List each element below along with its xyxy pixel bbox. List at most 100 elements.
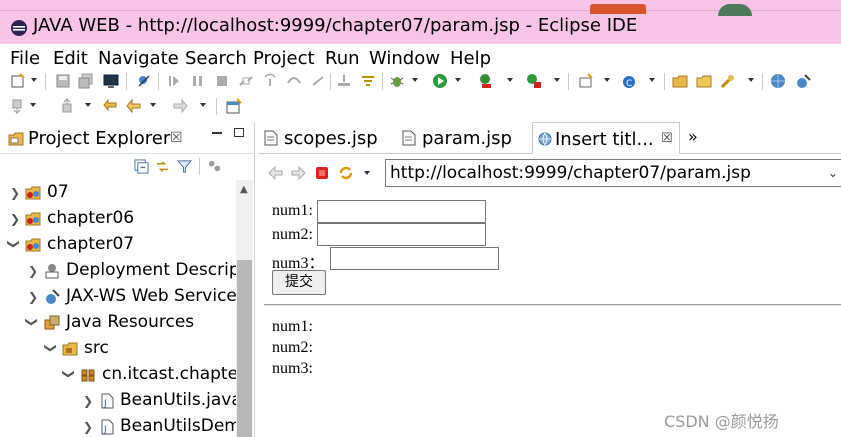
new-server-icon[interactable]: [578, 73, 594, 89]
view-menu-icon[interactable]: [207, 159, 222, 174]
menu-window[interactable]: Window: [369, 48, 440, 69]
run-dropdown-icon[interactable]: [455, 78, 461, 82]
drop-to-frame-icon[interactable]: [336, 73, 352, 89]
expand-arrow-icon[interactable]: ❯: [83, 394, 93, 408]
result-num3: num3:: [272, 360, 313, 377]
save-icon[interactable]: [55, 73, 71, 89]
resume-icon[interactable]: [166, 73, 182, 89]
terminate-icon[interactable]: [214, 73, 230, 89]
open-type-icon[interactable]: [672, 73, 688, 89]
forward-dropdown-icon[interactable]: [200, 103, 206, 107]
new-class-dropdown-icon[interactable]: [649, 78, 655, 82]
web-browser-icon[interactable]: [770, 73, 786, 89]
next-annotation-icon[interactable]: [10, 98, 26, 114]
open-resource-icon[interactable]: [696, 73, 712, 89]
new-class-icon[interactable]: C: [622, 73, 638, 89]
project-explorer-title[interactable]: Project Explorer: [28, 128, 170, 149]
save-all-icon[interactable]: [78, 73, 94, 89]
tab-insert-title[interactable]: Insert titl... ☒: [532, 122, 680, 154]
url-history-dropdown-icon[interactable]: ⌄: [828, 166, 838, 180]
new-dropdown-icon[interactable]: [31, 78, 37, 82]
tree-item-beanutils-java[interactable]: ❯ J BeanUtils.java: [0, 388, 236, 414]
url-bar[interactable]: http://localhost:9999/chapter07/param.js…: [385, 159, 841, 187]
expand-arrow-icon[interactable]: ❯: [28, 264, 38, 278]
run-icon[interactable]: [432, 73, 448, 89]
browser-refresh-icon[interactable]: [338, 165, 354, 181]
back-icon[interactable]: [126, 98, 142, 114]
browser-menu-dropdown-icon[interactable]: [364, 171, 370, 175]
debug-dropdown-icon[interactable]: [412, 78, 418, 82]
search-tool-dropdown-icon[interactable]: [748, 78, 754, 82]
tab-param-jsp[interactable]: param.jsp: [396, 122, 532, 154]
back-dropdown-icon[interactable]: [150, 103, 156, 107]
maximize-icon[interactable]: [234, 128, 244, 137]
tree-item-jax-ws-web-services[interactable]: ❯ JAX-WS Web Service: [0, 284, 236, 310]
previous-annotation-icon[interactable]: [60, 98, 76, 114]
tree-item-beanutilsdemo[interactable]: ❯ J BeanUtilsDem: [0, 414, 236, 437]
close-view-icon[interactable]: ☒: [170, 130, 183, 146]
project-explorer-scrollbar[interactable]: ▲: [236, 180, 253, 437]
new-icon[interactable]: [10, 73, 26, 89]
disconnect-icon[interactable]: [238, 73, 254, 89]
scroll-up-icon[interactable]: ▲: [240, 184, 248, 195]
url-text[interactable]: http://localhost:9999/chapter07/param.js…: [390, 163, 751, 183]
menu-navigate[interactable]: Navigate: [98, 48, 179, 69]
next-annotation-dropdown-icon[interactable]: [30, 103, 36, 107]
search-tool-icon[interactable]: [720, 73, 736, 89]
collapse-arrow-icon[interactable]: ❯: [62, 369, 76, 379]
menu-file[interactable]: File: [10, 48, 40, 69]
debug-icon[interactable]: [389, 73, 405, 89]
menu-project[interactable]: Project: [253, 48, 315, 69]
menu-edit[interactable]: Edit: [53, 48, 88, 69]
collapse-all-icon[interactable]: [134, 159, 149, 174]
tree-item-java-resources[interactable]: ❯ Java Resources: [0, 310, 236, 336]
coverage-icon[interactable]: [478, 73, 494, 89]
link-with-editor-icon[interactable]: [155, 159, 170, 174]
forward-icon[interactable]: [172, 98, 188, 114]
last-edit-location-icon[interactable]: [103, 98, 119, 114]
expand-arrow-icon[interactable]: ❯: [10, 186, 20, 200]
expand-arrow-icon[interactable]: ❯: [83, 420, 93, 434]
browser-back-icon[interactable]: [268, 166, 283, 180]
tree-item-package[interactable]: ❯ cn.itcast.chapter: [0, 362, 236, 388]
coverage-dropdown-icon[interactable]: [507, 78, 513, 82]
use-step-filters-icon[interactable]: [360, 73, 376, 89]
step-into-icon[interactable]: [262, 73, 278, 89]
step-over-icon[interactable]: [286, 73, 302, 89]
previous-annotation-dropdown-icon[interactable]: [85, 103, 91, 107]
external-tools-dropdown-icon[interactable]: [554, 78, 560, 82]
tree-item-deployment-descriptor[interactable]: ❯ Deployment Descrip: [0, 258, 236, 284]
expand-arrow-icon[interactable]: ❯: [10, 212, 20, 226]
collapse-arrow-icon[interactable]: ❯: [44, 343, 58, 353]
submit-button[interactable]: 提交: [272, 270, 326, 295]
browser-stop-icon[interactable]: [315, 166, 329, 180]
new-server-dropdown-icon[interactable]: [604, 78, 610, 82]
tree-item-src[interactable]: ❯ src: [0, 336, 236, 362]
terminal-icon[interactable]: [103, 73, 119, 89]
tab-scopes-jsp[interactable]: scopes.jsp: [258, 122, 396, 154]
scrollbar-thumb[interactable]: [237, 260, 252, 437]
external-tools-icon[interactable]: [526, 73, 542, 89]
open-perspective-icon[interactable]: [226, 98, 242, 114]
expand-arrow-icon[interactable]: ❯: [28, 290, 38, 304]
collapse-arrow-icon[interactable]: ❯: [7, 239, 21, 249]
tree-item-07[interactable]: ❯ 07: [0, 180, 236, 206]
minimize-icon[interactable]: [212, 132, 222, 134]
menu-help[interactable]: Help: [450, 48, 491, 69]
tree-item-chapter07[interactable]: ❯ chapter07: [0, 232, 236, 258]
tab-overflow-icon[interactable]: »: [688, 127, 698, 146]
num1-input[interactable]: [317, 200, 486, 223]
web-services-icon[interactable]: [796, 73, 812, 89]
num2-input[interactable]: [317, 223, 486, 246]
num3-input[interactable]: [330, 247, 499, 270]
tree-item-chapter06[interactable]: ❯ chapter06: [0, 206, 236, 232]
menu-run[interactable]: Run: [325, 48, 360, 69]
suspend-icon[interactable]: [190, 73, 206, 89]
step-return-icon[interactable]: [310, 73, 326, 89]
skip-breakpoints-icon[interactable]: [136, 73, 152, 89]
filter-icon[interactable]: [177, 159, 192, 174]
collapse-arrow-icon[interactable]: ❯: [25, 317, 39, 327]
menu-search[interactable]: Search: [185, 48, 247, 69]
close-tab-icon[interactable]: ☒: [661, 131, 673, 146]
browser-forward-icon[interactable]: [291, 166, 306, 180]
